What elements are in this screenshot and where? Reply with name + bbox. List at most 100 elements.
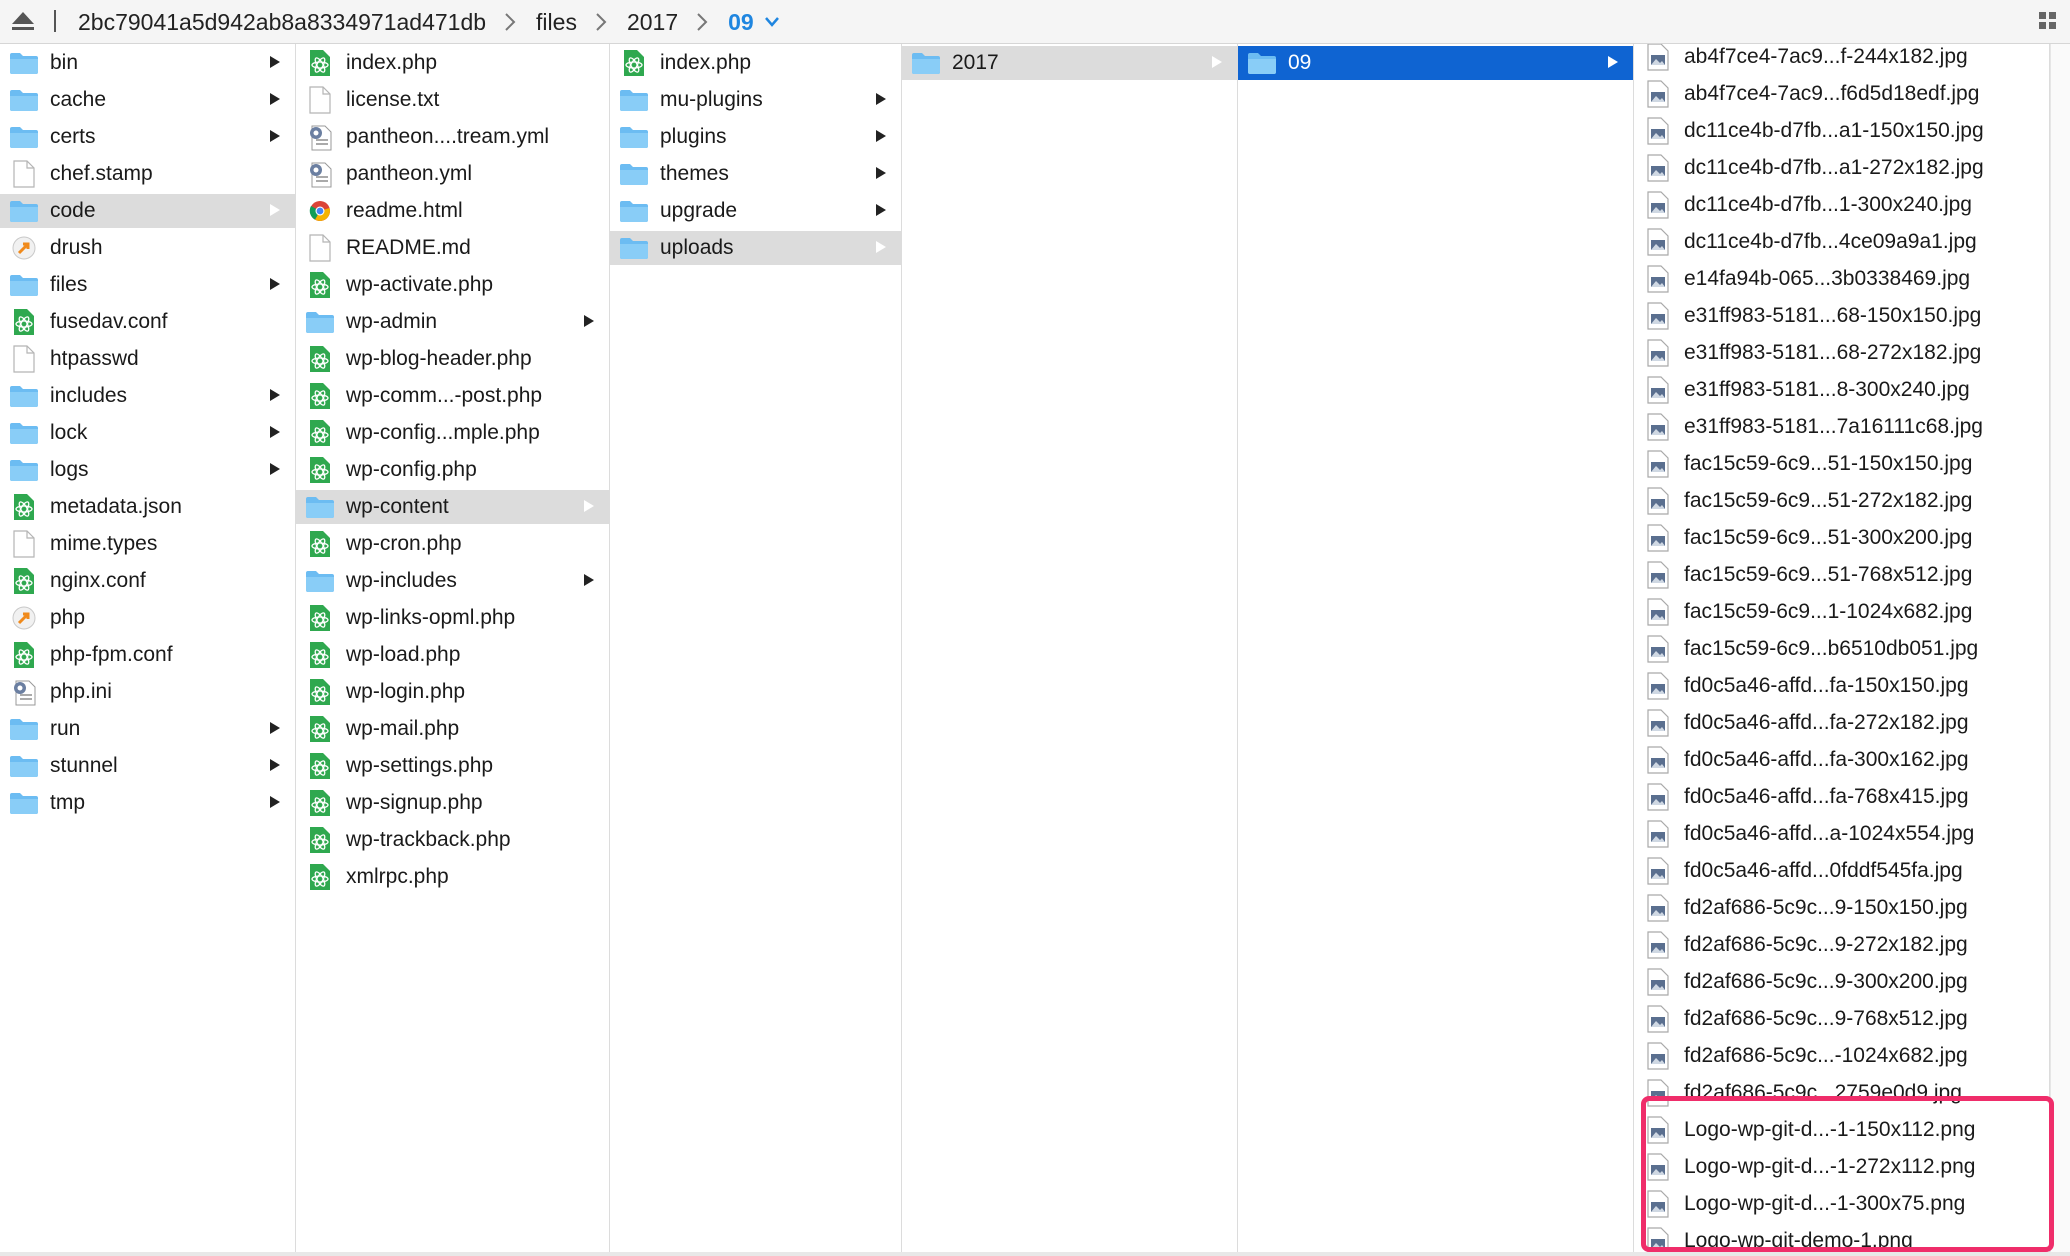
list-item[interactable]: wp-activate.php xyxy=(296,268,609,302)
list-item[interactable]: fac15c59-6c9...b6510db051.jpg xyxy=(1634,632,2049,666)
list-item[interactable]: wp-content xyxy=(296,490,609,524)
eject-icon[interactable] xyxy=(10,10,36,37)
folder-icon xyxy=(304,493,336,521)
list-item[interactable]: wp-mail.php xyxy=(296,712,609,746)
item-label: drush xyxy=(50,236,103,259)
list-item[interactable]: nginx.conf xyxy=(0,564,295,598)
breadcrumb-current[interactable]: 09 xyxy=(728,9,754,36)
list-item[interactable]: php.ini xyxy=(0,675,295,709)
list-item[interactable]: php xyxy=(0,601,295,635)
breadcrumb-item-files[interactable]: files xyxy=(536,9,577,36)
list-item[interactable]: Logo-wp-git-d...-1-300x75.png xyxy=(1634,1187,2049,1221)
list-item[interactable]: 09 xyxy=(1238,46,1633,80)
list-item[interactable]: e31ff983-5181...68-272x182.jpg xyxy=(1634,336,2049,370)
scrollbar[interactable] xyxy=(2050,44,2070,1252)
list-item[interactable]: wp-config...mple.php xyxy=(296,416,609,450)
list-item[interactable]: README.md xyxy=(296,231,609,265)
list-item[interactable]: fd0c5a46-affd...0fddf545fa.jpg xyxy=(1634,854,2049,888)
list-item[interactable]: upgrade xyxy=(610,194,901,228)
list-item[interactable]: code xyxy=(0,194,295,228)
list-item[interactable]: bin xyxy=(0,46,295,80)
list-item[interactable]: fd0c5a46-affd...fa-300x162.jpg xyxy=(1634,743,2049,777)
list-item[interactable]: wp-includes xyxy=(296,564,609,598)
list-item[interactable]: dc11ce4b-d7fb...1-300x240.jpg xyxy=(1634,188,2049,222)
list-item[interactable]: logs xyxy=(0,453,295,487)
image-file-icon xyxy=(1642,1153,1674,1181)
list-item[interactable]: mime.types xyxy=(0,527,295,561)
list-item[interactable]: php-fpm.conf xyxy=(0,638,295,672)
list-item[interactable]: wp-links-opml.php xyxy=(296,601,609,635)
folder-icon xyxy=(1246,49,1278,77)
list-item[interactable]: wp-trackback.php xyxy=(296,823,609,857)
list-item[interactable]: Logo-wp-git-d...-1-150x112.png xyxy=(1634,1113,2049,1147)
list-item[interactable]: fd2af686-5c9c...9-300x200.jpg xyxy=(1634,965,2049,999)
list-item[interactable]: run xyxy=(0,712,295,746)
list-item[interactable]: fac15c59-6c9...51-150x150.jpg xyxy=(1634,447,2049,481)
list-item[interactable]: 2017 xyxy=(902,46,1237,80)
list-item[interactable]: certs xyxy=(0,120,295,154)
list-item[interactable]: e31ff983-5181...68-150x150.jpg xyxy=(1634,299,2049,333)
list-item[interactable]: wp-load.php xyxy=(296,638,609,672)
chevron-down-icon[interactable] xyxy=(764,15,780,29)
list-item[interactable]: fd0c5a46-affd...fa-150x150.jpg xyxy=(1634,669,2049,703)
list-item[interactable]: wp-admin xyxy=(296,305,609,339)
list-item[interactable]: wp-blog-header.php xyxy=(296,342,609,376)
list-item[interactable]: fac15c59-6c9...51-300x200.jpg xyxy=(1634,521,2049,555)
list-item[interactable]: fd2af686-5c9c...2759e0d9.jpg xyxy=(1634,1076,2049,1110)
list-item[interactable]: Logo-wp-git-demo-1.png xyxy=(1634,1224,2049,1252)
list-item[interactable]: chef.stamp xyxy=(0,157,295,191)
list-item[interactable]: e31ff983-5181...7a16111c68.jpg xyxy=(1634,410,2049,444)
list-item[interactable]: index.php xyxy=(610,46,901,80)
list-item[interactable]: license.txt xyxy=(296,83,609,117)
list-item[interactable]: files xyxy=(0,268,295,302)
list-item[interactable]: fd2af686-5c9c...9-272x182.jpg xyxy=(1634,928,2049,962)
item-label: php-fpm.conf xyxy=(50,643,173,666)
list-item[interactable]: Logo-wp-git-d...-1-272x112.png xyxy=(1634,1150,2049,1184)
list-item[interactable]: fd2af686-5c9c...-1024x682.jpg xyxy=(1634,1039,2049,1073)
list-item[interactable]: themes xyxy=(610,157,901,191)
list-item[interactable]: fd2af686-5c9c...9-150x150.jpg xyxy=(1634,891,2049,925)
list-item[interactable]: fd2af686-5c9c...9-768x512.jpg xyxy=(1634,1002,2049,1036)
list-item[interactable]: mu-plugins xyxy=(610,83,901,117)
list-item[interactable]: fac15c59-6c9...51-272x182.jpg xyxy=(1634,484,2049,518)
list-item[interactable]: wp-comm...-post.php xyxy=(296,379,609,413)
list-item[interactable]: lock xyxy=(0,416,295,450)
item-label: tmp xyxy=(50,791,86,814)
list-item[interactable]: dc11ce4b-d7fb...4ce09a9a1.jpg xyxy=(1634,225,2049,259)
list-item[interactable]: e31ff983-5181...8-300x240.jpg xyxy=(1634,373,2049,407)
list-item[interactable]: wp-config.php xyxy=(296,453,609,487)
list-item[interactable]: htpasswd xyxy=(0,342,295,376)
list-item[interactable]: metadata.json xyxy=(0,490,295,524)
list-item[interactable]: xmlrpc.php xyxy=(296,860,609,894)
list-item[interactable]: e14fa94b-065...3b0338469.jpg xyxy=(1634,262,2049,296)
list-item[interactable]: ab4f7ce4-7ac9...f-244x182.jpg xyxy=(1634,44,2049,74)
list-item[interactable]: pantheon....tream.yml xyxy=(296,120,609,154)
image-file-icon xyxy=(1642,1190,1674,1218)
list-item[interactable]: index.php xyxy=(296,46,609,80)
list-item[interactable]: fd0c5a46-affd...a-1024x554.jpg xyxy=(1634,817,2049,851)
list-item[interactable]: stunnel xyxy=(0,749,295,783)
list-item[interactable]: readme.html xyxy=(296,194,609,228)
breadcrumb-item-root[interactable]: 2bc79041a5d942ab8a8334971ad471db xyxy=(78,9,486,36)
list-item[interactable]: uploads xyxy=(610,231,901,265)
list-item[interactable]: pantheon.yml xyxy=(296,157,609,191)
list-item[interactable]: fd0c5a46-affd...fa-272x182.jpg xyxy=(1634,706,2049,740)
breadcrumb-item-2017[interactable]: 2017 xyxy=(627,9,678,36)
grid-view-icon[interactable] xyxy=(2038,11,2058,36)
list-item[interactable]: includes xyxy=(0,379,295,413)
list-item[interactable]: plugins xyxy=(610,120,901,154)
list-item[interactable]: fd0c5a46-affd...fa-768x415.jpg xyxy=(1634,780,2049,814)
list-item[interactable]: tmp xyxy=(0,786,295,820)
list-item[interactable]: fac15c59-6c9...51-768x512.jpg xyxy=(1634,558,2049,592)
list-item[interactable]: cache xyxy=(0,83,295,117)
list-item[interactable]: wp-login.php xyxy=(296,675,609,709)
list-item[interactable]: dc11ce4b-d7fb...a1-272x182.jpg xyxy=(1634,151,2049,185)
list-item[interactable]: wp-signup.php xyxy=(296,786,609,820)
list-item[interactable]: fusedav.conf xyxy=(0,305,295,339)
list-item[interactable]: drush xyxy=(0,231,295,265)
list-item[interactable]: dc11ce4b-d7fb...a1-150x150.jpg xyxy=(1634,114,2049,148)
list-item[interactable]: ab4f7ce4-7ac9...f6d5d18edf.jpg xyxy=(1634,77,2049,111)
list-item[interactable]: wp-cron.php xyxy=(296,527,609,561)
list-item[interactable]: fac15c59-6c9...1-1024x682.jpg xyxy=(1634,595,2049,629)
list-item[interactable]: wp-settings.php xyxy=(296,749,609,783)
